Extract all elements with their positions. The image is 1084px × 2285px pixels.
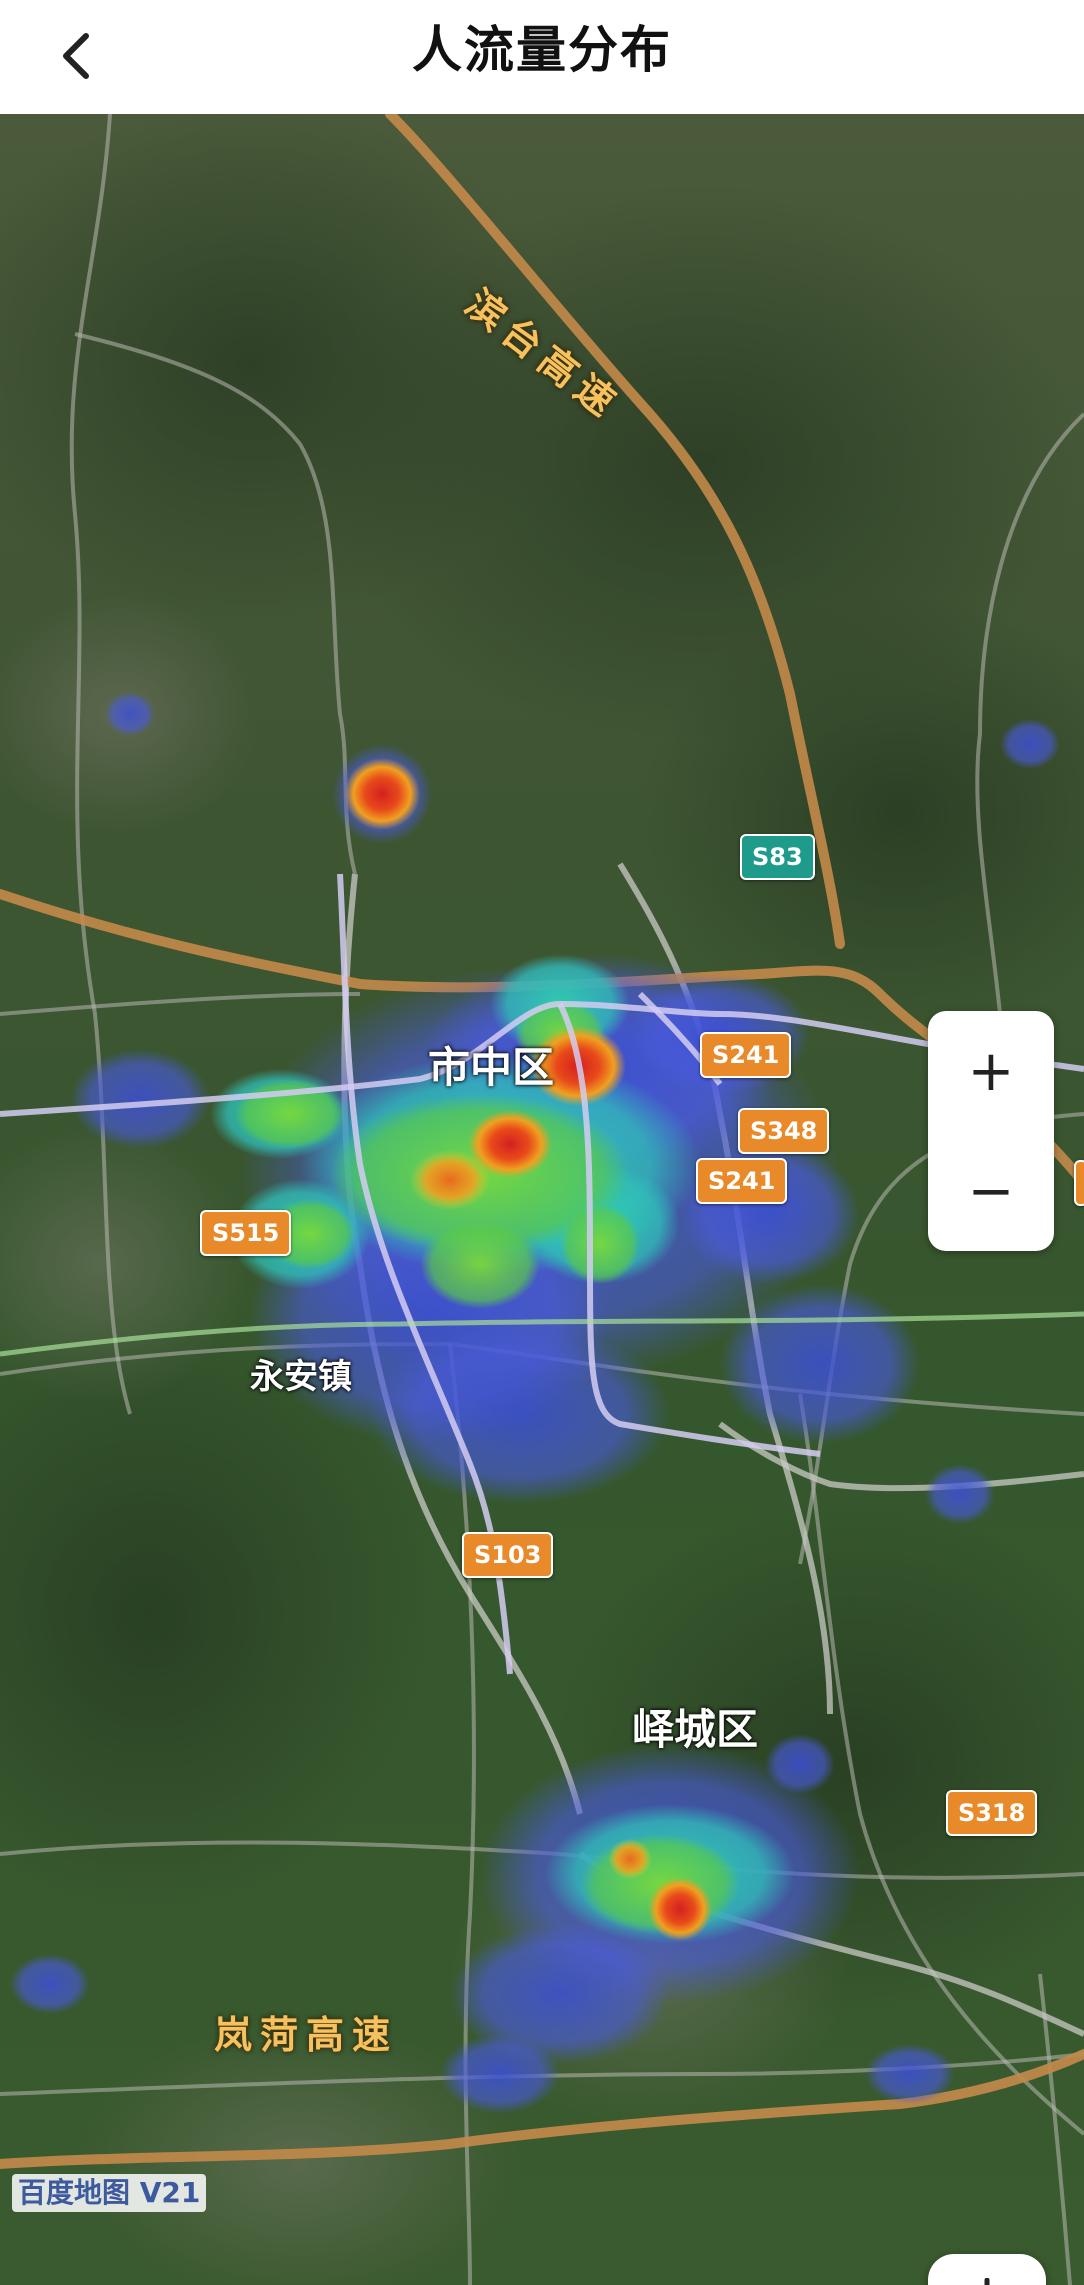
- locate-button[interactable]: [928, 2254, 1046, 2285]
- highway-label-lanhe: 岚菏高速: [214, 2013, 399, 2057]
- place-label-yicheng: 峄城区: [632, 1705, 759, 1754]
- road-shield-s318: S318: [946, 1790, 1038, 1836]
- road-shield-s241-lower: S241: [696, 1158, 788, 1204]
- road-shield-s241: S241: [700, 1032, 792, 1078]
- top-bar: 人流量分布: [0, 0, 1084, 114]
- zoom-control: + −: [928, 1011, 1054, 1251]
- place-label-shizhong: 市中区: [428, 1043, 555, 1092]
- road-shield-partial: [1074, 1160, 1084, 1206]
- page-title: 人流量分布: [412, 21, 672, 79]
- zoom-out-button[interactable]: −: [928, 1131, 1054, 1251]
- road-shield-s83: S83: [740, 834, 815, 880]
- satellite-base: [0, 114, 1084, 2285]
- map-provider-logo: 百度地图 V21: [12, 2174, 207, 2212]
- map-view[interactable]: 滨台高速 岚菏高速 市中区 永安镇 峄城区 S83 S241 S348 S241…: [0, 114, 1084, 2285]
- place-label-yongan: 永安镇: [250, 1357, 352, 1397]
- road-shield-s103: S103: [462, 1532, 554, 1578]
- road-shield-s348: S348: [738, 1108, 830, 1154]
- crosshair-locate-icon: [984, 2278, 990, 2285]
- road-shield-s515: S515: [200, 1210, 292, 1256]
- zoom-in-button[interactable]: +: [928, 1011, 1054, 1131]
